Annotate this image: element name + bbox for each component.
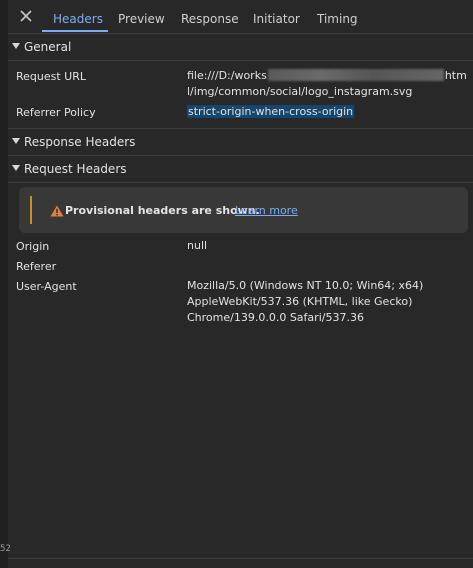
- tab-preview[interactable]: Preview: [118, 12, 165, 26]
- user-agent-line2: AppleWebKit/537.36 (KHTML, like Gecko): [187, 295, 413, 308]
- expand-triangle-icon: [12, 43, 20, 49]
- referrer-policy-text: strict-origin-when-cross-origin: [187, 105, 355, 118]
- section-general-header[interactable]: General: [8, 34, 473, 61]
- warning-accent-bar: [30, 196, 32, 224]
- warning-icon: [50, 205, 64, 217]
- tab-response[interactable]: Response: [181, 12, 239, 26]
- close-icon[interactable]: [20, 10, 32, 22]
- referer-label: Referer: [16, 260, 57, 273]
- request-url-label: Request URL: [16, 70, 87, 83]
- redacted-path: [267, 69, 444, 81]
- section-response-headers-title: Response Headers: [24, 135, 136, 149]
- left-strip-text: 52: [0, 544, 11, 554]
- referrer-policy-value: strict-origin-when-cross-origin: [187, 104, 355, 120]
- tab-timing[interactable]: Timing: [317, 12, 358, 26]
- request-url-line1-end: htm: [444, 69, 467, 82]
- tab-initiator[interactable]: Initiator: [253, 12, 300, 26]
- origin-label: Origin: [16, 240, 50, 253]
- section-general-title: General: [24, 40, 72, 54]
- section-response-headers-header[interactable]: Response Headers: [8, 129, 473, 156]
- request-url-start: file:///D:/works: [187, 69, 267, 82]
- tab-bar: Headers Preview Response Initiator Timin…: [8, 0, 473, 34]
- user-agent-line1: Mozilla/5.0 (Windows NT 10.0; Win64; x64…: [187, 279, 424, 292]
- bottom-divider: [8, 558, 473, 559]
- section-request-headers-header[interactable]: Request Headers: [8, 156, 473, 183]
- provisional-headers-warning: Provisional headers are shown. Learn mor…: [19, 187, 468, 233]
- learn-more-link[interactable]: Learn more: [235, 204, 298, 217]
- request-url-line2: l/img/common/social/logo_instagram.svg: [187, 85, 413, 98]
- user-agent-value: Mozilla/5.0 (Windows NT 10.0; Win64; x64…: [187, 278, 423, 326]
- expand-triangle-icon: [12, 138, 20, 144]
- warning-text: Provisional headers are shown.: [65, 204, 260, 217]
- user-agent-line3: Chrome/139.0.0.0 Safari/537.36: [187, 311, 364, 324]
- origin-value: null: [187, 239, 208, 252]
- user-agent-label: User-Agent: [16, 280, 77, 293]
- left-panel-strip: 52: [0, 0, 11, 568]
- active-tab-indicator: [42, 30, 108, 32]
- referrer-policy-label: Referrer Policy: [16, 106, 96, 119]
- tab-headers[interactable]: Headers: [53, 12, 103, 26]
- section-request-headers-title: Request Headers: [24, 162, 127, 176]
- expand-triangle-icon: [12, 165, 20, 171]
- devtools-headers-panel: 52 Headers Preview Response Initiator Ti…: [0, 0, 473, 568]
- request-url-value: file:///D:/works htm l/img/common/social/…: [187, 68, 467, 100]
